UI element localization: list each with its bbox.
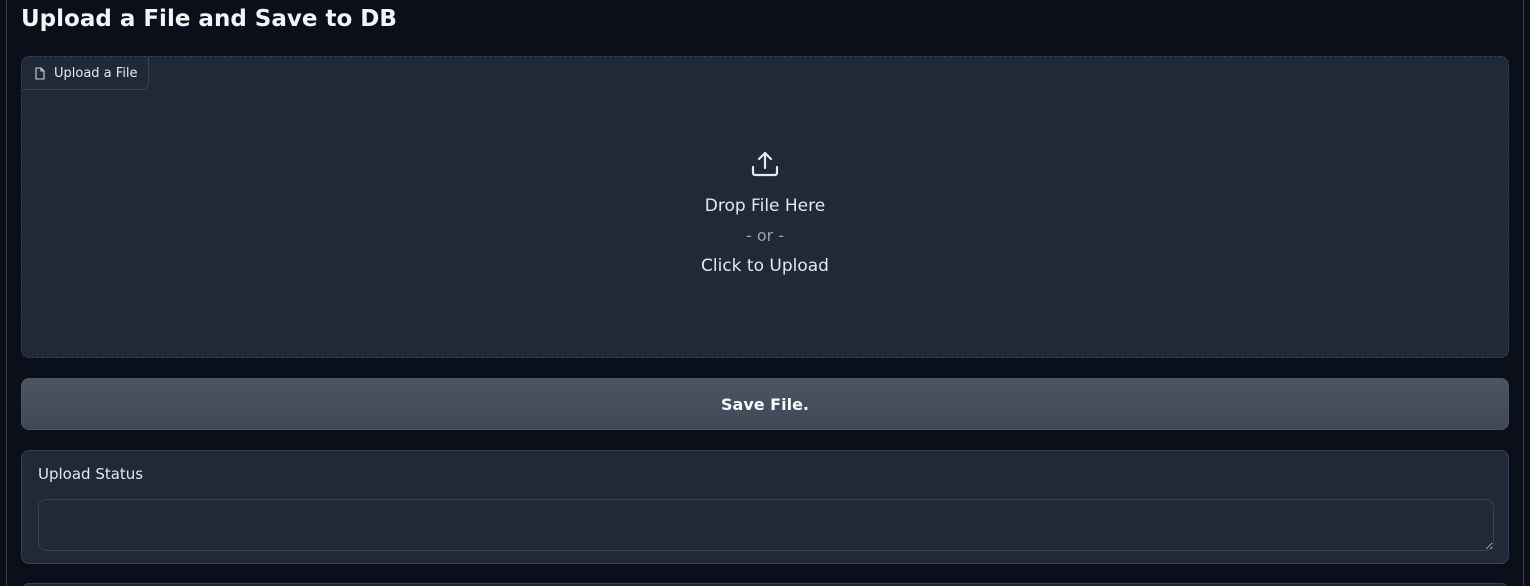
page-title: Upload a File and Save to DB [21,6,397,32]
right-edge-divider [1523,0,1524,586]
upload-label-badge: Upload a File [22,57,149,90]
upload-status-textarea[interactable] [38,499,1494,551]
drop-file-text: Drop File Here [704,196,826,216]
upload-label-text: Upload a File [54,65,138,81]
app-page: Upload a File and Save to DB Upload a Fi… [0,0,1530,586]
file-upload-dropzone[interactable]: Upload a File Drop File Here - or - Clic… [21,56,1509,358]
upload-status-panel: Upload Status [21,450,1509,564]
drop-instructions[interactable]: Drop File Here - or - Click to Upload [22,149,1508,281]
upload-status-label: Upload Status [38,465,144,483]
upload-icon [750,149,780,179]
save-file-button[interactable]: Save File. [21,378,1509,430]
left-edge-divider [6,0,7,586]
or-separator-text: - or - [745,226,785,245]
file-icon [34,66,46,80]
click-to-upload-text[interactable]: Click to Upload [701,251,829,281]
